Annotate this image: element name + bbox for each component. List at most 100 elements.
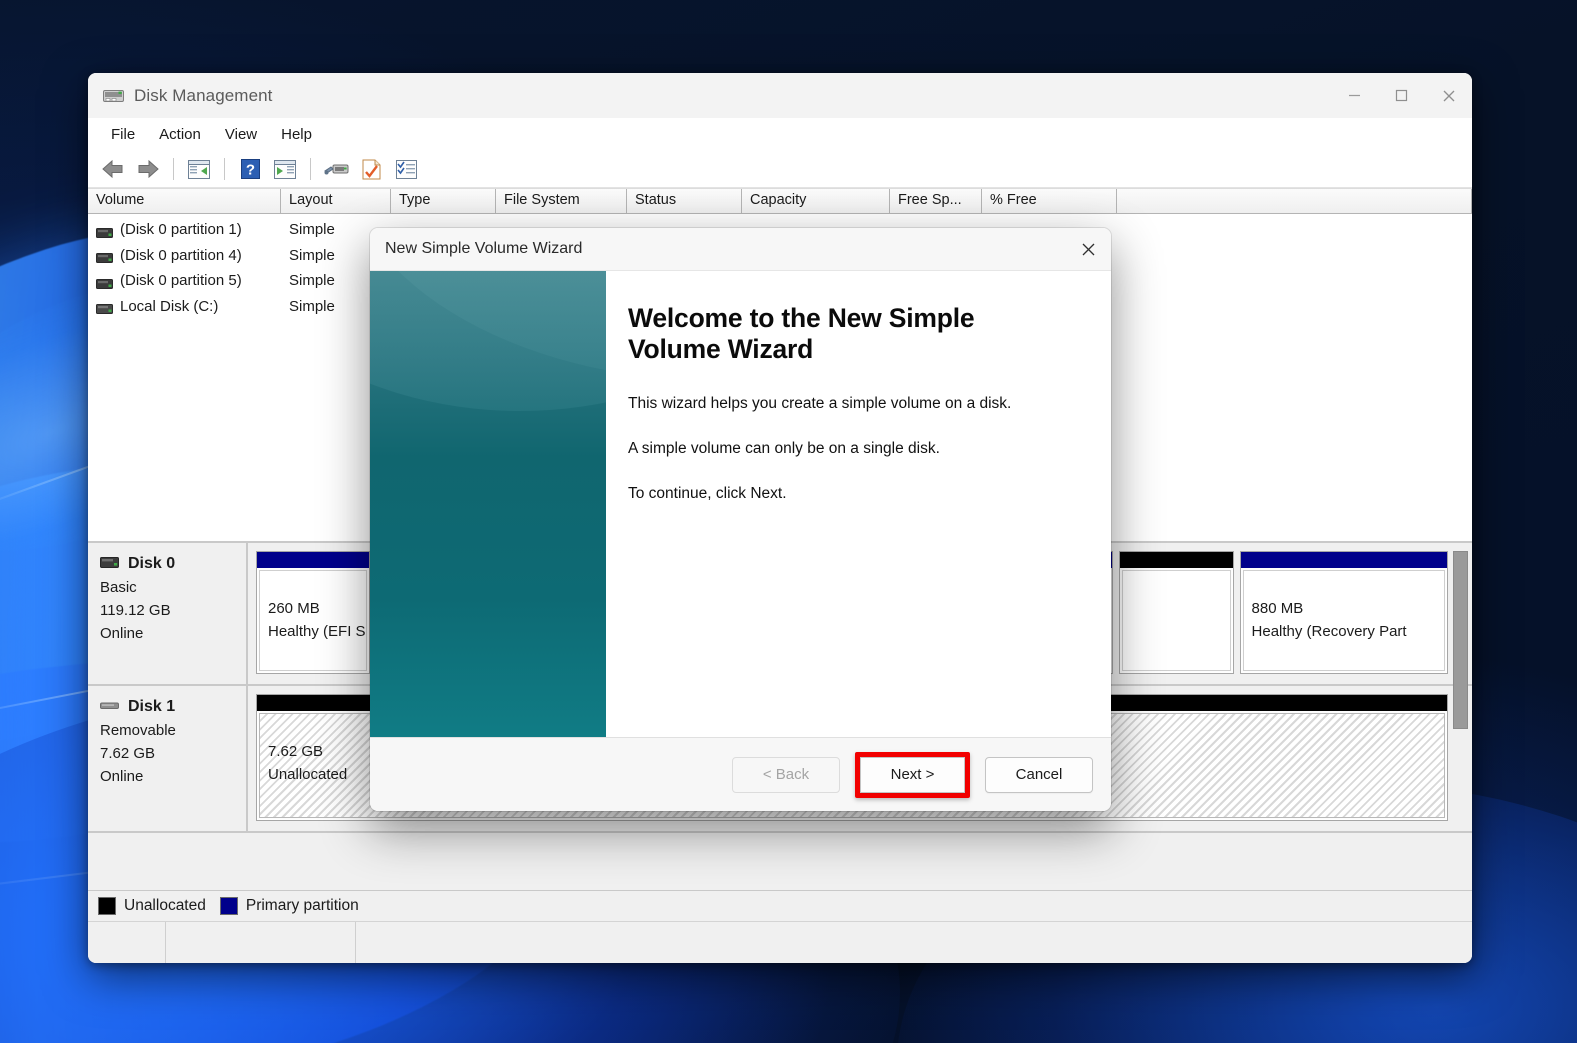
wizard-paragraph-2: A simple volume can only be on a single … <box>628 440 940 458</box>
close-button[interactable] <box>1425 73 1472 118</box>
cell-volume-label: (Disk 0 partition 5) <box>120 272 242 290</box>
disk0-size: 119.12 GB <box>100 601 171 619</box>
disk0-state: Online <box>100 624 144 642</box>
titlebar-left: Disk Management <box>88 86 273 106</box>
legend-label-unallocated: Unallocated <box>124 897 206 914</box>
wizard-paragraph-1: This wizard helps you create a simple vo… <box>628 395 1012 412</box>
wizard-body: Welcome to the New Simple Volume Wizard … <box>370 270 1111 737</box>
disk0-info[interactable]: Disk 0 Basic 119.12 GB Online <box>88 543 248 684</box>
window-controls <box>1331 73 1472 118</box>
primary-swatch <box>219 897 238 915</box>
maximize-button[interactable] <box>1378 73 1425 118</box>
show-hide-console-tree-icon[interactable] <box>182 154 216 184</box>
partition-unallocated-disk0[interactable] <box>1118 551 1234 674</box>
partition-unallocated-disk0-body <box>1121 570 1231 671</box>
help-icon[interactable]: ? <box>233 154 267 184</box>
column-header-filler[interactable] <box>1117 189 1472 213</box>
toolbar-separator-1 <box>173 158 174 180</box>
disk0-name-row: Disk 0 <box>100 555 246 573</box>
column-header-capacity[interactable]: Capacity <box>742 189 890 213</box>
partition-recovery-status: Healthy (Recovery Part <box>1251 623 1407 641</box>
wizard-titlebar[interactable]: New Simple Volume Wizard <box>370 228 1111 270</box>
toolbar-separator-2 <box>224 158 225 180</box>
partition-efi[interactable]: 260 MB Healthy (EFI S <box>256 551 370 674</box>
cell-volume: (Disk 0 partition 5) <box>88 272 281 289</box>
window-titlebar[interactable]: Disk Management <box>88 73 1472 118</box>
graph-scrollbar-thumb[interactable] <box>1453 551 1468 729</box>
new-simple-volume-wizard-dialog: New Simple Volume Wizard Welcome to the … <box>370 228 1111 811</box>
partition-efi-body: 260 MB Healthy (EFI S <box>259 570 367 671</box>
rescan-disks-icon[interactable] <box>319 154 353 184</box>
back-button[interactable]: < Back <box>732 756 840 793</box>
statusbar-segment-1 <box>88 922 166 963</box>
cell-volume-label: (Disk 0 partition 4) <box>120 246 242 264</box>
disk1-name-row: Disk 1 <box>100 698 246 716</box>
cell-volume: (Disk 0 partition 4) <box>88 247 281 264</box>
column-header-layout[interactable]: Layout <box>281 189 391 213</box>
column-header-free-space[interactable]: Free Sp... <box>890 189 982 213</box>
disk-management-icon <box>103 88 124 104</box>
disk1-label: Disk 1 <box>128 698 176 715</box>
graph-scrollbar[interactable] <box>1453 551 1468 729</box>
wizard-banner-arc <box>370 271 606 411</box>
column-header-percent-free[interactable]: % Free <box>982 189 1117 213</box>
statusbar-segment-3 <box>356 922 1472 963</box>
partition-recovery[interactable]: 880 MB Healthy (Recovery Part <box>1239 551 1448 674</box>
disk1-kind: Removable <box>100 722 176 739</box>
disk0-meta: Basic 119.12 GB Online <box>100 577 246 645</box>
properties-icon[interactable] <box>354 154 388 184</box>
cell-volume-label: (Disk 0 partition 1) <box>120 221 242 239</box>
cell-volume-label: Local Disk (C:) <box>120 297 219 315</box>
menu-item-file[interactable]: File <box>100 122 146 147</box>
column-header-file-system[interactable]: File System <box>496 189 627 213</box>
minimize-button[interactable] <box>1331 73 1378 118</box>
menubar: File Action View Help <box>88 118 1472 151</box>
back-arrow-icon[interactable] <box>96 154 130 184</box>
partition-recovery-body: 880 MB Healthy (Recovery Part <box>1242 570 1445 671</box>
column-header-status[interactable]: Status <box>627 189 742 213</box>
svg-text:?: ? <box>245 162 254 179</box>
next-button-highlight: Next > <box>855 751 970 798</box>
unalloc-swatch <box>98 897 116 915</box>
toolbar-separator-3 <box>310 158 311 180</box>
wizard-heading: Welcome to the New Simple Volume Wizard <box>628 303 975 364</box>
menu-item-view[interactable]: View <box>214 122 268 147</box>
volume-disk-icon <box>96 225 113 238</box>
cell-volume: Local Disk (C:) <box>88 298 281 315</box>
partition-efi-capbar <box>257 552 369 568</box>
legend-bar: Unallocated Primary partition <box>88 890 1472 921</box>
statusbar-segment-2 <box>166 922 356 963</box>
next-button[interactable]: Next > <box>860 756 965 793</box>
menu-item-action[interactable]: Action <box>148 122 212 147</box>
all-tasks-icon[interactable] <box>389 154 423 184</box>
legend-label-primary: Primary partition <box>245 897 359 914</box>
removable-disk-icon <box>100 698 119 716</box>
volume-disk-icon <box>96 301 113 315</box>
toolbar: ? <box>88 151 1472 188</box>
disk0-label: Disk 0 <box>128 555 176 572</box>
wizard-banner-image <box>370 271 606 737</box>
disk1-meta: Removable 7.62 GB Online <box>100 720 246 788</box>
statusbar <box>88 921 1472 963</box>
volume-disk-icon <box>96 250 113 264</box>
forward-arrow-icon[interactable] <box>131 154 165 184</box>
cell-volume: (Disk 0 partition 1) <box>88 221 281 238</box>
disk1-size: 7.62 GB <box>100 744 156 762</box>
volume-disk-icon <box>96 276 113 289</box>
legend-item-primary: Primary partition <box>219 897 359 915</box>
partition-recovery-capbar <box>1240 552 1447 568</box>
volume-table-header: Volume Layout Type File System Status Ca… <box>88 188 1472 214</box>
wizard-footer: < Back Next > Cancel <box>370 737 1111 811</box>
column-header-volume[interactable]: Volume <box>88 189 281 213</box>
disk1-info[interactable]: Disk 1 Removable 7.62 GB Online <box>88 686 248 831</box>
disk1-state: Online <box>100 767 144 785</box>
cancel-button[interactable]: Cancel <box>985 756 1093 793</box>
disk-icon <box>100 555 119 573</box>
menu-item-help[interactable]: Help <box>270 122 323 147</box>
show-hide-action-pane-icon[interactable] <box>268 154 302 184</box>
wizard-content: Welcome to the New Simple Volume Wizard … <box>606 271 1111 737</box>
wizard-close-button[interactable] <box>1065 228 1111 270</box>
partition-recovery-size: 880 MB <box>1251 600 1304 617</box>
disk0-kind: Basic <box>100 579 137 596</box>
column-header-type[interactable]: Type <box>391 189 496 213</box>
